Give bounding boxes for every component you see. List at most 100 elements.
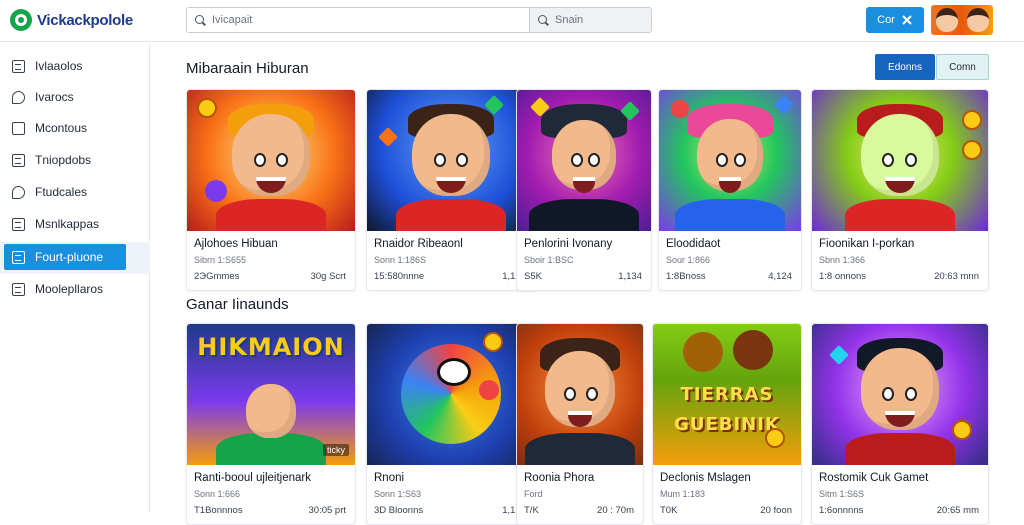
logo-icon [10, 9, 32, 31]
sidebar-item-label: Moolepllaros [35, 282, 104, 296]
game-card[interactable]: Roonia Phora Ford T/K 20 : 70m [516, 323, 644, 525]
game-title: Roonia Phora [524, 472, 595, 484]
game-stat: 30:05 prt [308, 505, 347, 516]
game-title: Ranti-booul ujleitjenark [194, 472, 311, 484]
game-thumbnail [812, 90, 988, 231]
game-subtitle: Sour 1:866 [666, 255, 711, 265]
grid-icon [12, 250, 25, 264]
game-card[interactable]: Rostomik Cuk Gamet Sitm 1:S6S 1:6onnnns … [811, 323, 989, 525]
game-stat: 30g Scrt [310, 271, 346, 282]
game-players: 1:6onnnns [819, 505, 864, 516]
tools-icon [902, 15, 912, 25]
search-bar: Ivicapait Snain [186, 7, 652, 33]
game-players: 3D Bloonns [374, 505, 424, 516]
user-avatar[interactable] [931, 5, 993, 35]
game-thumbnail [659, 90, 801, 231]
app-logo[interactable]: Vickackpolole [10, 8, 133, 32]
game-subtitle: Sonn 1:186S [374, 255, 427, 265]
game-card[interactable]: Penlorini Ivonany Sboir 1:BSC S5K 1,134 [516, 89, 652, 291]
sidebar-item-6[interactable]: Msnlkappas [4, 211, 146, 237]
game-card[interactable]: Eloodidaot Sour 1:866 1:8Bnoss 4,124 [658, 89, 802, 291]
sidebar-item-4[interactable]: Tniopdobs [4, 147, 146, 173]
search-button[interactable]: Snain [529, 8, 651, 32]
connect-button[interactable]: Cor [866, 7, 924, 33]
game-stat: 4,124 [768, 271, 792, 282]
layers-icon [12, 282, 25, 296]
sidebar-item-label: Mcontous [35, 121, 88, 135]
connect-button-label: Cor [877, 14, 895, 26]
game-subtitle: Sbnn 1:366 [819, 255, 866, 265]
section-title-games: Ganar Iinaunds [186, 296, 289, 313]
search-button-icon [538, 14, 549, 26]
game-card[interactable]: Rnoni Sonn 1:S63 3D Bloonns 1,139 [366, 323, 536, 525]
document-icon [12, 217, 25, 231]
game-title: Rnoni [374, 472, 405, 484]
top-bar: Vickackpolole Ivicapait Snain Cor [0, 0, 1024, 42]
game-players: S5K [524, 271, 542, 282]
sidebar-item-1[interactable]: Ivlaaolos [4, 53, 146, 79]
sidebar-item-3[interactable]: Mcontous [4, 115, 146, 141]
game-stat: 20 : 70m [597, 505, 634, 516]
game-players: 2ЭGmmes [194, 271, 240, 282]
avatar-face-2 [966, 8, 989, 32]
game-card[interactable]: TIERRAS GUEBINIK Declonis Mslagen Mum 1:… [652, 323, 802, 525]
game-subtitle: Mum 1:183 [660, 489, 706, 499]
puzzle-icon [12, 185, 25, 199]
filter-button-primary[interactable]: Edonns [875, 54, 935, 80]
sidebar-item-label: Ivarocs [35, 90, 74, 104]
logo-text: Vickackpolole [37, 11, 133, 29]
sidebar-item-label: Fourt-pluone [35, 250, 104, 264]
game-players: T0K [660, 505, 678, 516]
game-title: Rnaidor Ribeaonl [374, 238, 463, 250]
game-stat: 20:63 mnn [934, 271, 979, 282]
game-card[interactable]: Rnaidor Ribeaonl Sonn 1:186S 15:580nnne … [366, 89, 536, 291]
game-subtitle: Sibrn 1:S655 [194, 255, 247, 265]
game-stat: 20 foon [760, 505, 792, 516]
game-stat: 1,134 [618, 271, 642, 282]
game-title: Eloodidaot [666, 238, 721, 250]
game-card[interactable]: HIKMAION ticky Ranti-booul ujleitjenark … [186, 323, 356, 525]
sidebar-item-7-active[interactable]: Fourt-pluone [4, 244, 126, 270]
sidebar-item-5[interactable]: Ftudcales [4, 179, 146, 205]
game-card[interactable]: Fioonikan I-porkan Sbnn 1:366 1:8 onnons… [811, 89, 989, 291]
sidebar-item-label: Tniopdobs [35, 153, 92, 167]
game-banner-text: HIKMAION [197, 333, 345, 361]
sidebar-item-label: Msnlkappas [35, 217, 100, 231]
game-title: Declonis Mslagen [660, 472, 751, 484]
game-players: T1Bonnnos [194, 505, 243, 516]
game-thumbnail [517, 324, 643, 465]
game-players: 1:8Bnoss [666, 271, 706, 282]
game-title: Ajlohoes Hibuan [194, 238, 278, 250]
game-subtitle: Sonn 1:666 [194, 489, 241, 499]
search-placeholder: Ivicapait [212, 14, 253, 26]
game-thumbnail [812, 324, 988, 465]
sidebar-item-label: Ivlaaolos [35, 59, 83, 73]
game-banner-text: TIERRAS GUEBINIK [674, 384, 780, 435]
chat-bubble-icon [12, 90, 25, 104]
sidebar-item-2[interactable]: Ivarocs [4, 84, 146, 110]
game-title: Rostomik Cuk Gamet [819, 472, 929, 484]
game-subtitle: Sboir 1:BSC [524, 255, 574, 265]
game-thumbnail: TIERRAS GUEBINIK [653, 324, 801, 465]
sidebar-item-label: Ftudcales [35, 185, 88, 199]
box-icon [12, 59, 25, 73]
tag-icon [12, 121, 25, 135]
game-players: T/K [524, 505, 539, 516]
sidebar: Ivlaaolos Ivarocs Mcontous Tniopdobs Ftu… [0, 43, 150, 512]
section-title-featured: Mibaraain Hiburan [186, 60, 309, 77]
game-title: Penlorini Ivonany [524, 238, 613, 250]
filter-button-secondary[interactable]: Comn [936, 54, 989, 80]
game-thumbnail [517, 90, 651, 231]
game-card[interactable]: Ajlohoes Hibuan Sibrn 1:S655 2ЭGmmes 30g… [186, 89, 356, 291]
sidebar-item-8[interactable]: Moolepllaros [4, 276, 146, 302]
list-icon [12, 153, 25, 167]
game-stat: 20:65 mm [936, 505, 979, 516]
search-icon [195, 14, 206, 26]
game-subtitle: Sitm 1:S6S [819, 489, 865, 499]
avatar-face-1 [935, 8, 958, 32]
game-players: 1:8 onnons [819, 271, 867, 282]
game-title: Fioonikan I-porkan [819, 238, 915, 250]
game-subtitle: Ford [524, 489, 543, 499]
game-thumbnail [367, 90, 535, 231]
search-input[interactable]: Ivicapait [187, 8, 529, 32]
